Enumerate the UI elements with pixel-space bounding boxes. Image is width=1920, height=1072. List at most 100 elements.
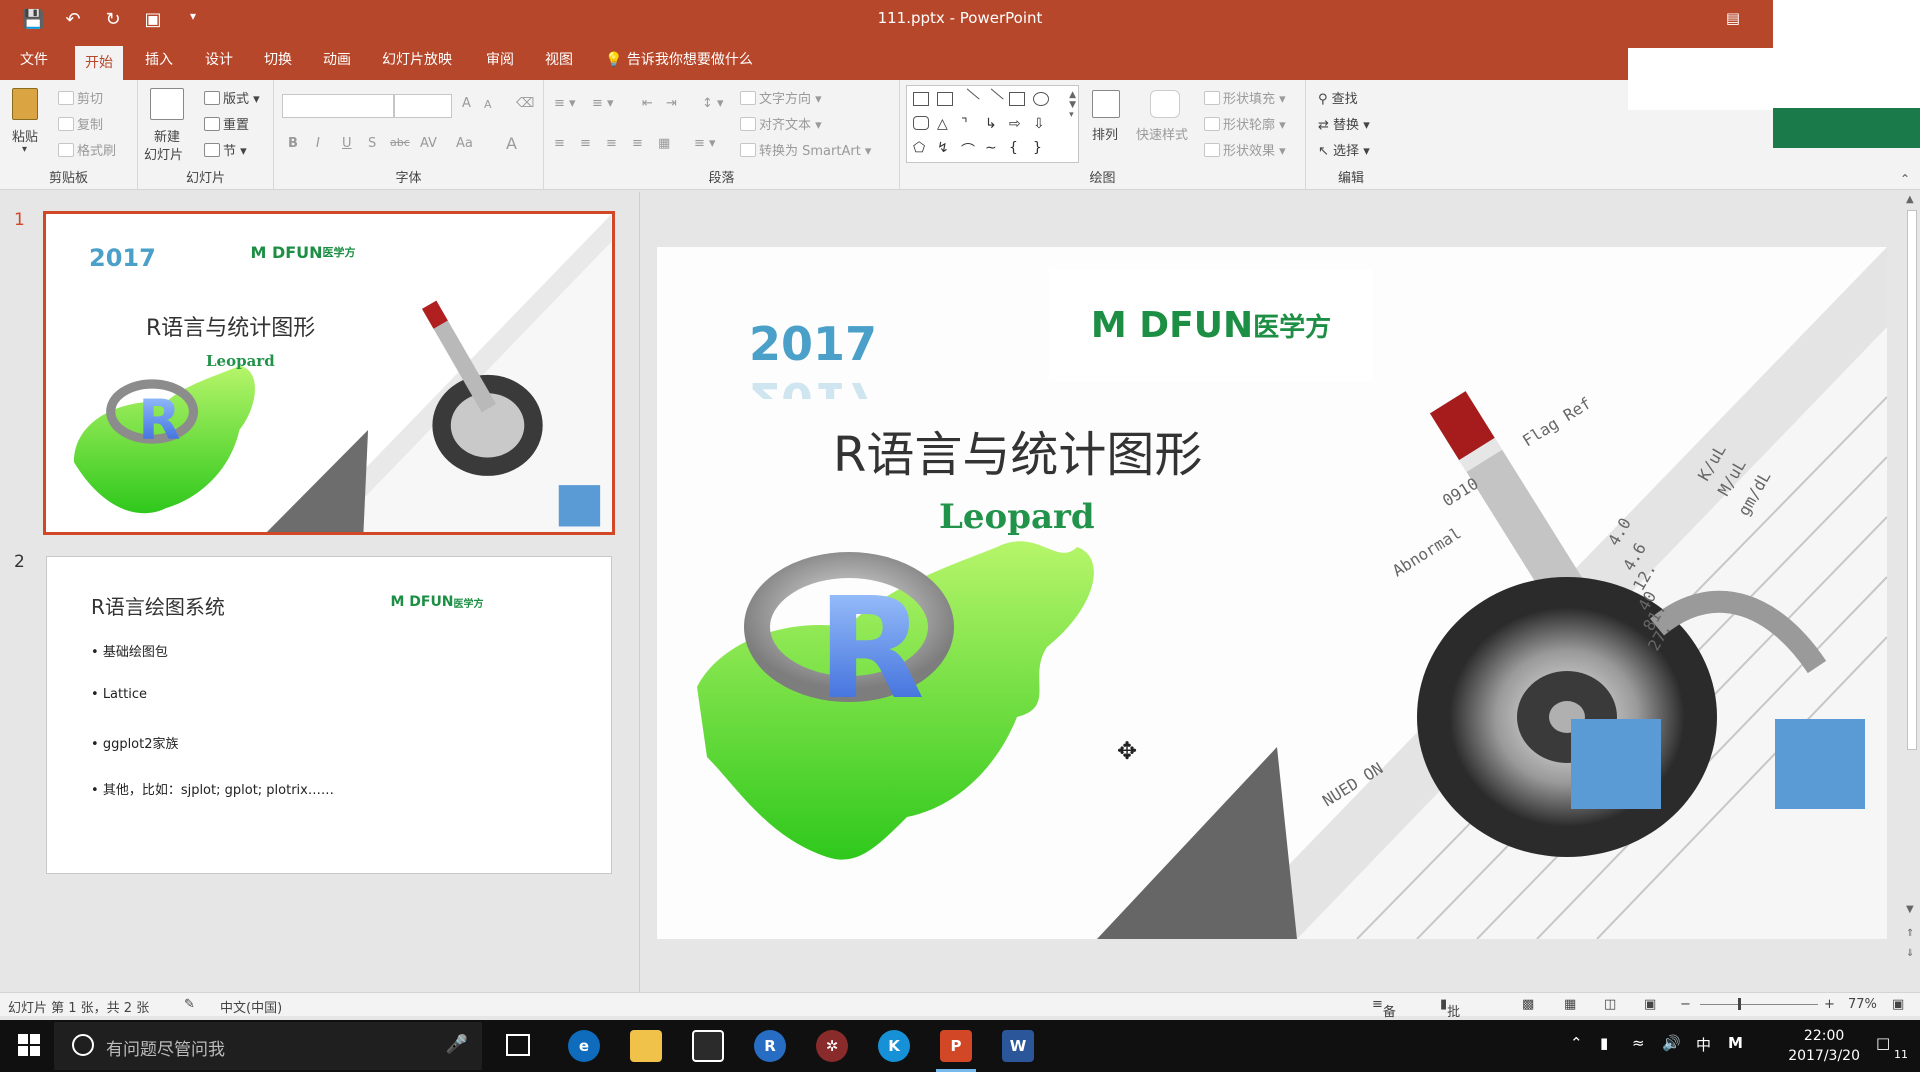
copy-button[interactable]: 复制 [58, 114, 103, 133]
action-center-icon[interactable]: □ [1876, 1034, 1890, 1052]
current-slide-canvas[interactable]: 0910 Flag Ref Abnormal K/uL M/uL gm/dL 4… [657, 247, 1887, 939]
italic-button[interactable]: I [316, 136, 320, 151]
reading-view-icon[interactable]: ◫ [1604, 997, 1616, 1012]
pentagon-shape-icon[interactable]: ⬠ [913, 140, 929, 156]
justify-icon[interactable]: ≡ [632, 136, 643, 151]
line-shape-icon[interactable] [958, 88, 980, 110]
slide-logo[interactable]: M DFUN 医学方 [1049, 269, 1373, 381]
elbow-arrow-shape-icon[interactable]: ↳ [985, 116, 1001, 132]
next-slide-icon[interactable]: ⇓ [1906, 948, 1914, 959]
right-brace-shape-icon[interactable]: } [1033, 140, 1049, 156]
bold-button[interactable]: B [288, 136, 298, 151]
cortana-search-box[interactable]: 有问题尽管问我 🎤 [54, 1022, 482, 1070]
r-app-icon[interactable]: R [754, 1030, 786, 1062]
spellcheck-icon[interactable]: ✎ [184, 997, 195, 1012]
strikethrough-button[interactable]: abc [390, 136, 410, 149]
numbering-icon[interactable]: ≡ ▾ [592, 96, 614, 111]
scroll-thumb[interactable] [1907, 210, 1917, 750]
tab-animations[interactable]: 动画 [313, 40, 361, 80]
store-icon[interactable] [692, 1030, 724, 1062]
windows-start-icon[interactable] [18, 1034, 40, 1056]
elbow-connector-shape-icon[interactable]: ⌝ [961, 116, 977, 132]
cut-button[interactable]: 剪切 [58, 88, 103, 107]
arrow-shape-icon[interactable] [982, 88, 1004, 110]
show-hidden-icons-icon[interactable]: ⌃ [1570, 1034, 1583, 1052]
tab-transitions[interactable]: 切换 [254, 40, 302, 80]
distributed-icon[interactable]: ▦ [658, 136, 670, 151]
triangle-shape-icon[interactable]: △ [937, 116, 953, 132]
increase-indent-icon[interactable]: ⇥ [666, 96, 677, 111]
grow-font-button[interactable]: A [462, 96, 471, 111]
curve-shape-icon[interactable]: ∼ [985, 140, 1001, 156]
shrink-font-button[interactable]: A [484, 98, 492, 111]
tab-slideshow[interactable]: 幻灯片放映 [372, 40, 462, 80]
zoom-slider-track[interactable] [1700, 1004, 1818, 1005]
slide-sorter-icon[interactable]: ▦ [1564, 997, 1576, 1012]
powerpoint-icon[interactable]: P [936, 1030, 976, 1072]
input-method-icon[interactable]: M [1728, 1034, 1743, 1052]
spider-app-icon[interactable]: ✲ [816, 1030, 848, 1062]
align-right-icon[interactable]: ≡ [606, 136, 617, 151]
line-spacing-icon[interactable]: ↕ ▾ [702, 96, 724, 111]
task-view-icon[interactable] [506, 1034, 530, 1056]
slide-author[interactable]: Leopard [939, 497, 1095, 537]
collapse-ribbon-icon[interactable]: ⌃ [1900, 172, 1910, 186]
fit-slide-icon[interactable]: ▣ [1892, 997, 1904, 1012]
arc-shape-icon[interactable]: ⌒ [961, 140, 977, 159]
layout-button[interactable]: 版式 ▾ [204, 88, 260, 107]
tab-file[interactable]: 文件 [10, 40, 58, 80]
font-name-field[interactable] [282, 94, 394, 118]
system-clock[interactable]: 22:00 2017/3/20 [1788, 1026, 1860, 1066]
bullets-icon[interactable]: ≡ ▾ [554, 96, 576, 111]
lightning-shape-icon[interactable]: ↯ [937, 140, 953, 156]
clear-format-icon[interactable]: ⌫ [516, 96, 534, 111]
vertical-scrollbar[interactable]: ▲ ▼ ⇑ ⇓ [1904, 192, 1920, 992]
scroll-up-icon[interactable]: ▲ [1906, 194, 1914, 205]
new-slide-icon[interactable] [150, 88, 184, 120]
align-left-icon[interactable]: ≡ [554, 136, 565, 151]
zoom-level[interactable]: 77% [1848, 997, 1877, 1012]
rectangle-shape-icon[interactable] [1009, 92, 1025, 106]
volume-icon[interactable]: 🔊 [1662, 1034, 1681, 1052]
normal-view-icon[interactable]: ▩ [1522, 997, 1534, 1012]
thumbnail-slide-1[interactable]: R 2017 M DFUN 医学方 R语言与统计图形 Leopard [43, 211, 615, 535]
select-button[interactable]: ↖ 选择 ▾ [1318, 140, 1370, 159]
smartart-button[interactable]: 转换为 SmartArt ▾ [740, 140, 871, 159]
down-arrow-shape-icon[interactable]: ⇩ [1033, 116, 1049, 132]
paste-dropdown-icon[interactable]: ▾ [22, 144, 27, 155]
tab-insert[interactable]: 插入 [135, 40, 183, 80]
notes-button[interactable]: ≡ 备注 [1372, 997, 1396, 1039]
slide-year[interactable]: 2017 [749, 317, 877, 371]
section-button[interactable]: 节 ▾ [204, 140, 247, 159]
new-slide-button[interactable]: 新建 [154, 126, 180, 145]
shape-fill-button[interactable]: 形状填充 ▾ [1204, 88, 1286, 107]
shadow-button[interactable]: S [368, 136, 376, 151]
quick-styles-icon[interactable] [1150, 90, 1180, 118]
network-icon[interactable]: ≈ [1632, 1034, 1645, 1052]
shapes-gallery[interactable]: △ ⌝ ↳ ⇨ ⇩ ⬠ ↯ ⌒ ∼ { } ▲ ▼ ▾ [906, 85, 1079, 163]
k-app-icon[interactable]: K [878, 1030, 910, 1062]
slide-blue-box[interactable] [1775, 719, 1865, 809]
left-brace-shape-icon[interactable]: { [1009, 140, 1025, 156]
arrange-button[interactable]: 排列 [1092, 124, 1118, 143]
ime-indicator[interactable]: 中 [1696, 1034, 1711, 1055]
text-direction-button[interactable]: 文字方向 ▾ [740, 88, 822, 107]
textbox-shape-icon[interactable] [913, 92, 929, 106]
font-size-field[interactable] [394, 94, 452, 118]
battery-icon[interactable]: ▮ [1600, 1034, 1608, 1052]
decrease-indent-icon[interactable]: ⇤ [642, 96, 653, 111]
align-text-button[interactable]: 对齐文本 ▾ [740, 114, 822, 133]
file-explorer-icon[interactable] [630, 1030, 662, 1062]
slide-title[interactable]: R语言与统计图形 [833, 415, 1202, 485]
format-painter-button[interactable]: 格式刷 [58, 140, 116, 159]
comments-button[interactable]: ▮ 批注 [1440, 997, 1460, 1039]
char-spacing-button[interactable]: AV [420, 136, 437, 151]
vertical-textbox-shape-icon[interactable] [937, 92, 953, 106]
align-center-icon[interactable]: ≡ [580, 136, 591, 151]
find-button[interactable]: ⚲ 查找 [1318, 88, 1358, 107]
tell-me-box[interactable]: 💡 告诉我你想要做什么 [605, 40, 753, 80]
microphone-icon[interactable]: 🎤 [446, 1034, 468, 1055]
edge-icon[interactable]: e [568, 1030, 600, 1062]
rounded-rect-shape-icon[interactable] [913, 116, 929, 130]
tab-design[interactable]: 设计 [195, 40, 243, 80]
